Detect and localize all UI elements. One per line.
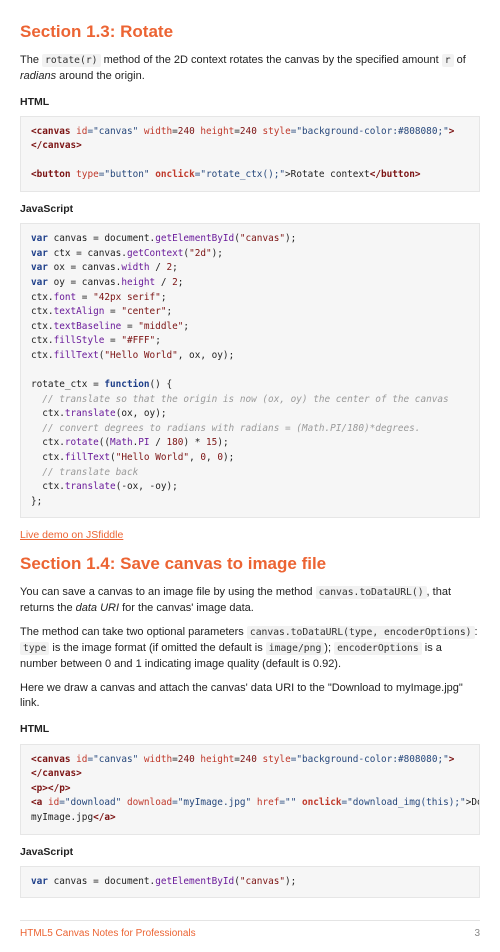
js-code-block-1: var canvas = document.getElementById("ca… xyxy=(20,223,480,518)
html-code-block-2: <canvas id="canvas" width=240 height=240… xyxy=(20,744,480,835)
js-label: JavaScript xyxy=(20,202,480,217)
code-inline: rotate(r) xyxy=(42,54,101,67)
js-label: JavaScript xyxy=(20,845,480,860)
section-heading-1-4: Section 1.4: Save canvas to image file xyxy=(20,552,480,577)
code-inline: encoderOptions xyxy=(334,642,422,655)
code-inline: r xyxy=(442,54,454,67)
section14-p1: You can save a canvas to an image file b… xyxy=(20,585,480,617)
html-label: HTML xyxy=(20,722,480,737)
section14-p2: The method can take two optional paramet… xyxy=(20,625,480,673)
code-inline: image/png xyxy=(266,642,325,655)
section14-p3: Here we draw a canvas and attach the can… xyxy=(20,681,480,713)
js-code-block-2: var canvas = document.getElementById("ca… xyxy=(20,866,480,899)
jsfiddle-link[interactable]: Live demo on JSfiddle xyxy=(20,529,123,541)
code-inline: canvas.toDataURL(type, encoderOptions) xyxy=(247,626,475,639)
section-heading-1-3: Section 1.3: Rotate xyxy=(20,20,480,45)
html-label: HTML xyxy=(20,95,480,110)
page-footer: HTML5 Canvas Notes for Professionals 3 xyxy=(20,920,480,952)
html-code-block-1: <canvas id="canvas" width=240 height=240… xyxy=(20,116,480,192)
code-inline: type xyxy=(20,642,49,655)
section13-intro: The rotate(r) method of the 2D context r… xyxy=(20,53,480,85)
code-inline: canvas.toDataURL() xyxy=(316,586,427,599)
footer-title: HTML5 Canvas Notes for Professionals xyxy=(20,927,196,942)
page-number: 3 xyxy=(474,927,480,942)
